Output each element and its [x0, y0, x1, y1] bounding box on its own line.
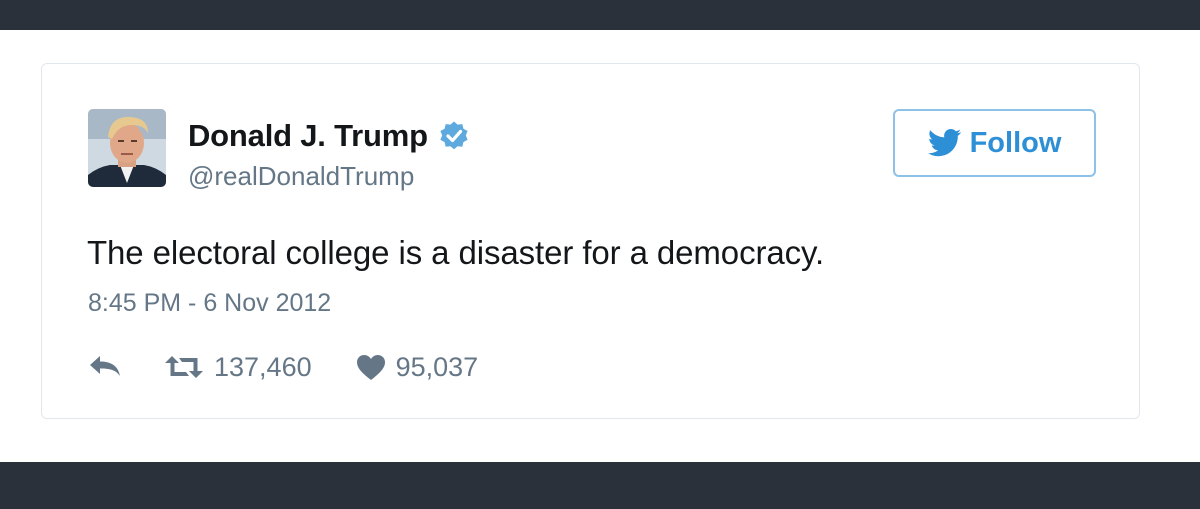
retweet-icon	[165, 356, 203, 378]
avatar[interactable]	[88, 109, 166, 187]
heart-icon	[356, 354, 385, 380]
verified-badge-icon	[440, 121, 468, 150]
handle[interactable]: @realDonaldTrump	[188, 161, 414, 192]
follow-button[interactable]: Follow	[893, 109, 1096, 177]
retweet-count: 137,460	[214, 351, 312, 382]
like-button[interactable]: 95,037	[356, 351, 479, 383]
twitter-bird-icon	[927, 129, 961, 157]
reply-button[interactable]	[88, 354, 122, 380]
display-name[interactable]: Donald J. Trump	[188, 118, 428, 154]
tweet-card: Donald J. Trump @realDonaldTrump Follow …	[41, 63, 1140, 419]
follow-label: Follow	[969, 126, 1062, 159]
top-frame-bar	[0, 0, 1200, 30]
avatar-image	[88, 109, 166, 187]
like-count: 95,037	[395, 351, 479, 382]
bottom-frame-bar	[0, 462, 1200, 509]
retweet-button[interactable]: 137,460	[164, 352, 312, 383]
tweet-text: The electoral college is a disaster for …	[87, 234, 825, 271]
tweet-timestamp[interactable]: 8:45 PM - 6 Nov 2012	[88, 289, 331, 318]
reply-icon	[90, 356, 120, 376]
display-name-row: Donald J. Trump	[188, 116, 470, 156]
tweet-actions: 137,460 95,037	[88, 347, 478, 387]
